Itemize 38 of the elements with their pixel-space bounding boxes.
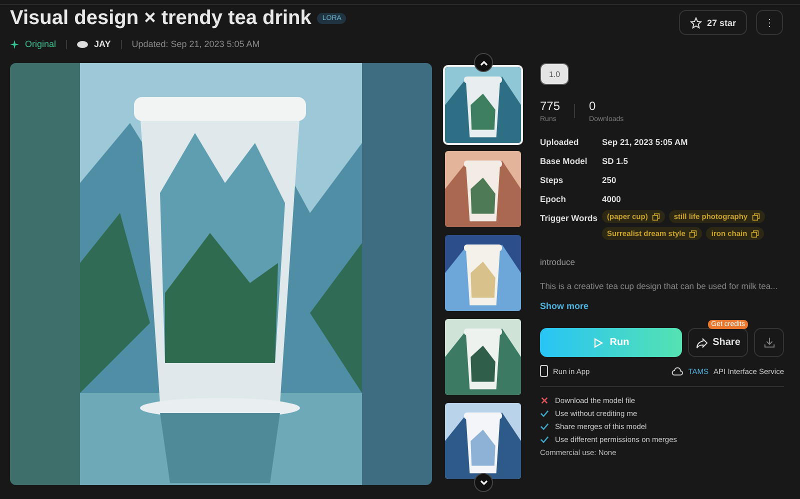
detail-value: SD 1.5 — [602, 156, 629, 166]
star-icon — [690, 16, 702, 28]
updated-date: Updated: Sep 21, 2023 5:05 AM — [132, 39, 260, 49]
detail-value: 250 — [602, 175, 618, 185]
chevron-down-icon — [478, 478, 488, 488]
copy-icon — [652, 212, 660, 220]
copy-icon — [752, 212, 760, 220]
copy-icon — [751, 230, 760, 238]
detail-label: Base Model — [540, 156, 588, 166]
detail-value: 4000 — [602, 194, 622, 204]
scroll-down-button[interactable] — [474, 473, 493, 492]
detail-value: Sep 21, 2023 5:05 AM — [602, 137, 689, 147]
scroll-up-button[interactable] — [474, 53, 493, 72]
show-more-link[interactable]: Show more — [540, 301, 589, 311]
version-tab[interactable]: 1.0 — [540, 63, 570, 85]
author-name[interactable]: JAY — [94, 39, 111, 49]
copy-icon — [689, 230, 698, 238]
star-button[interactable]: 27 star — [678, 10, 747, 35]
detail-label: Trigger Words — [540, 213, 598, 223]
cloud-icon — [671, 366, 684, 376]
share-button[interactable]: Share — [688, 328, 748, 357]
section-heading: introduce — [540, 257, 575, 267]
download-button[interactable] — [754, 328, 784, 357]
description-text: This is a creative tea cup design that can be used for milk tea... — [540, 281, 778, 291]
page-title: Visual design × trendy tea drink — [10, 7, 312, 30]
download-icon — [764, 337, 774, 348]
detail-label: Epoch — [540, 194, 567, 204]
phone-icon — [540, 365, 548, 377]
avatar[interactable] — [77, 40, 88, 48]
sparkle-icon — [10, 40, 19, 48]
detail-label: Uploaded — [540, 137, 580, 147]
stat-value: 0 — [589, 99, 597, 113]
stat-value: 775 — [540, 99, 560, 113]
play-icon — [592, 338, 603, 348]
more-button[interactable]: ⋮ — [756, 10, 783, 35]
share-icon — [696, 336, 708, 348]
detail-label: Steps — [540, 175, 564, 185]
origin-label: Original — [25, 39, 56, 49]
